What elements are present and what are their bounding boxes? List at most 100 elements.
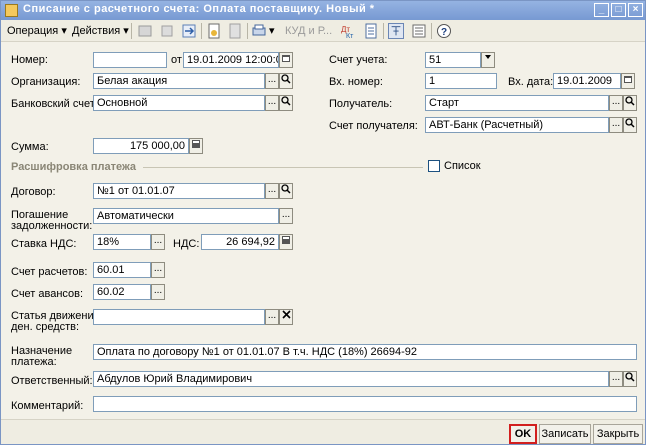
schet-ucheta-label: Счет учета: — [329, 54, 388, 66]
spisok-checkbox[interactable] — [428, 160, 440, 172]
minimize-button[interactable]: _ — [594, 3, 609, 17]
add-row-icon[interactable] — [137, 23, 153, 39]
list-settings-icon[interactable] — [411, 23, 427, 39]
save-button[interactable]: Записать — [539, 424, 591, 444]
footer-bar: OK Записать Закрыть — [1, 419, 645, 444]
unpost-document-icon[interactable] — [227, 23, 243, 39]
title-bar[interactable]: Списание с расчетного счета: Оплата пост… — [1, 1, 645, 20]
stavka-select-button[interactable]: ... — [151, 234, 165, 250]
vh-data-calendar-button[interactable] — [621, 73, 635, 89]
poluchatel-select-button[interactable]: ... — [609, 95, 623, 111]
poluchatel-label: Получатель: — [329, 98, 393, 110]
print-icon[interactable] — [251, 23, 267, 39]
toolbar-separator — [431, 23, 432, 39]
schet-ucheta-dropdown[interactable] — [481, 52, 495, 68]
calendar-icon — [624, 76, 632, 83]
vh-data-field[interactable]: 19.01.2009 — [553, 73, 621, 89]
calculator-icon — [192, 140, 200, 148]
poluchatel-field[interactable]: Старт — [425, 95, 609, 111]
structure-icon[interactable] — [388, 23, 404, 39]
bank-field[interactable]: Основной — [93, 95, 265, 111]
org-open-button[interactable] — [279, 73, 293, 89]
summa-label: Сумма: — [11, 141, 49, 153]
schet-avans-select-button[interactable]: ... — [151, 284, 165, 300]
schet-pol-field[interactable]: АВТ-Банк (Расчетный) — [425, 117, 609, 133]
statya-label-line2: ден. средств: — [11, 321, 80, 333]
bank-label: Банковский счет: — [11, 98, 98, 110]
pogashenie-select-button[interactable]: ... — [279, 208, 293, 224]
toolbar-separator — [383, 23, 384, 39]
calculator-button[interactable] — [189, 138, 203, 154]
document-journal-icon[interactable] — [363, 23, 379, 39]
maximize-button[interactable]: □ — [611, 3, 626, 17]
print-dropdown[interactable]: ▾ — [266, 23, 278, 39]
schet-pol-label: Счет получателя: — [329, 120, 418, 132]
post-document-icon[interactable] — [206, 23, 222, 39]
schet-avans-label: Счет авансов: — [11, 288, 84, 300]
section-title: Расшифровка платежа — [11, 161, 137, 173]
org-field[interactable]: Белая акация — [93, 73, 265, 89]
stavka-label: Ставка НДС: — [11, 238, 77, 250]
help-icon[interactable]: ? — [436, 23, 452, 39]
toolbar: Операция ▾ Действия ▾ ▾ КУД и Р... Дт Кт … — [1, 20, 645, 42]
calendar-icon — [282, 55, 290, 62]
actions-menu[interactable]: Действия ▾ — [69, 23, 132, 39]
statya-clear-button[interactable] — [279, 309, 293, 325]
org-label: Организация: — [11, 76, 81, 88]
dogovor-select-button[interactable]: ... — [265, 183, 279, 199]
nomer-field[interactable] — [93, 52, 167, 68]
pogashenie-field[interactable]: Автоматически — [93, 208, 279, 224]
schet-rasch-label: Счет расчетов: — [11, 266, 88, 278]
naznachenie-label-line2: платежа: — [11, 356, 57, 368]
ok-button[interactable]: OK — [509, 424, 537, 444]
date-field[interactable]: 19.01.2009 12:00:00 — [183, 52, 279, 68]
naznachenie-field[interactable]: Оплата по договору №1 от 01.01.07 В т.ч.… — [93, 344, 637, 360]
search-icon — [625, 118, 635, 128]
vh-nomer-field[interactable]: 1 — [425, 73, 497, 89]
bank-open-button[interactable] — [279, 95, 293, 111]
operation-menu[interactable]: Операция ▾ — [4, 23, 70, 39]
kudir-button[interactable]: КУД и Р... — [282, 23, 335, 39]
poluchatel-open-button[interactable] — [623, 95, 637, 111]
org-select-button[interactable]: ... — [265, 73, 279, 89]
close-window-button[interactable]: × — [628, 3, 643, 17]
dogovor-field[interactable]: №1 от 01.01.07 — [93, 183, 265, 199]
toolbar-separator — [247, 23, 248, 39]
statya-select-button[interactable]: ... — [265, 309, 279, 325]
dt-kt-icon[interactable]: ДтКт — [340, 23, 356, 39]
schet-rasch-select-button[interactable]: ... — [151, 262, 165, 278]
stavka-field[interactable]: 18% — [93, 234, 151, 250]
transfer-icon[interactable] — [181, 23, 197, 39]
bank-select-button[interactable]: ... — [265, 95, 279, 111]
search-icon — [625, 372, 635, 382]
calculator-icon — [282, 236, 290, 244]
nds-field[interactable]: 26 694,92 — [201, 234, 279, 250]
otvetstv-field[interactable]: Абдулов Юрий Владимирович — [93, 371, 609, 387]
close-button[interactable]: Закрыть — [593, 424, 643, 444]
ot-label: от — [171, 54, 182, 66]
schet-rasch-field[interactable]: 60.01 — [93, 262, 151, 278]
schet-pol-select-button[interactable]: ... — [609, 117, 623, 133]
copy-row-icon[interactable] — [159, 23, 175, 39]
vh-nomer-label: Вх. номер: — [329, 76, 383, 88]
nds-label: НДС: — [173, 238, 200, 250]
schet-ucheta-field[interactable]: 51 — [425, 52, 481, 68]
nomer-label: Номер: — [11, 54, 48, 66]
otvetstv-label: Ответственный: — [11, 375, 93, 387]
toolbar-separator — [131, 23, 132, 39]
schet-avans-field[interactable]: 60.02 — [93, 284, 151, 300]
schet-pol-open-button[interactable] — [623, 117, 637, 133]
chevron-down-icon — [485, 55, 491, 59]
statya-field[interactable] — [93, 309, 265, 325]
document-window: Списание с расчетного счета: Оплата пост… — [0, 0, 646, 445]
svg-text:?: ? — [441, 27, 447, 38]
calendar-button[interactable] — [279, 52, 293, 68]
dogovor-open-button[interactable] — [279, 183, 293, 199]
otvetstv-select-button[interactable]: ... — [609, 371, 623, 387]
actions-menu-label: Действия — [72, 25, 121, 37]
summa-field[interactable]: 175 000,00 — [93, 138, 189, 154]
otvetstv-open-button[interactable] — [623, 371, 637, 387]
comment-field[interactable] — [93, 396, 637, 412]
nds-calculator-button[interactable] — [279, 234, 293, 250]
spisok-label: Список — [444, 160, 481, 172]
